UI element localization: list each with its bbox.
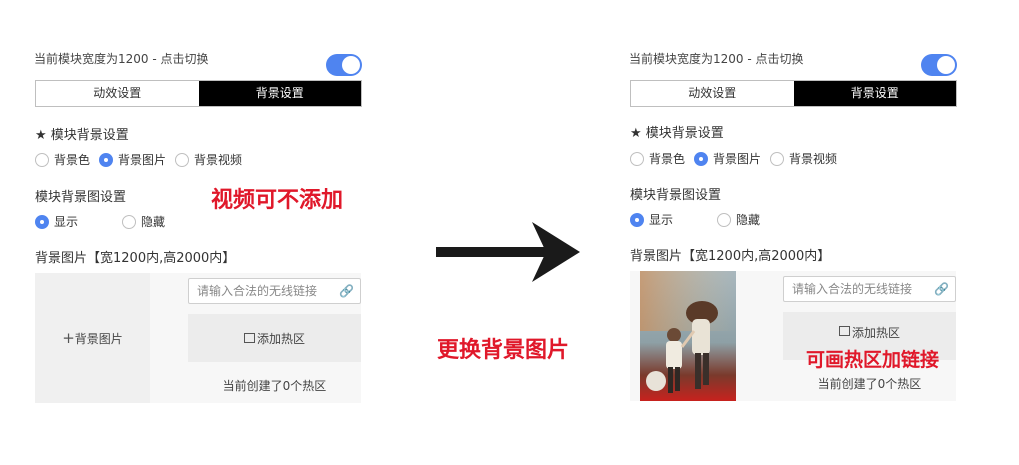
radio-label: 显示 [649, 213, 674, 227]
radio-dot [175, 152, 190, 167]
bg-image-area: + 背景图片 请输入合法的无线链接 🔗 添加热区 当前创建了0个热区 [35, 273, 361, 403]
radio-dot-selected [630, 212, 644, 227]
tab-background[interactable]: 背景设置 [793, 81, 956, 106]
radio-hide[interactable]: 隐藏 [717, 211, 760, 228]
link-placeholder: 请输入合法的无线链接 [792, 282, 913, 296]
image-size-label: 背景图片【宽1200内,高2000内】 [630, 249, 831, 264]
radio-show[interactable]: 显示 [630, 211, 673, 228]
width-toggle[interactable] [326, 54, 362, 76]
upload-image-slot[interactable]: + 背景图片 [35, 273, 150, 403]
video-note: 视频可不添加 [211, 188, 344, 213]
radio-dot [717, 212, 732, 227]
tab-animation[interactable]: 动效设置 [631, 81, 794, 106]
tab-background[interactable]: 背景设置 [198, 81, 361, 106]
radio-dot-selected [694, 151, 709, 166]
add-hotspot-label: 添加热区 [256, 331, 305, 346]
arrow-right-icon [436, 222, 580, 282]
module-width-row: 当前模块宽度为1200 - 点击切换 [629, 48, 959, 76]
bg-type-radio-group: 背景色 背景图片 背景视频 [35, 151, 251, 168]
radio-dot [35, 152, 49, 167]
radio-dot-selected [99, 152, 114, 167]
visibility-radio-group: 显示 隐藏 [630, 211, 769, 228]
toggle-knob [342, 56, 360, 74]
radio-label: 背景视频 [194, 153, 243, 167]
add-hotspot-label: 添加热区 [851, 326, 900, 340]
hotspot-note: 可画热区加链接 [806, 349, 940, 371]
hotspot-count: 当前创建了0个热区 [817, 377, 922, 391]
width-toggle[interactable] [921, 54, 957, 76]
img-section-title: 模块背景图设置 [35, 190, 127, 205]
bg-section-title: ★ 模块背景设置 [630, 126, 724, 141]
background-photo-thumbnail[interactable] [640, 271, 736, 401]
radio-label: 背景图片 [713, 152, 762, 166]
photo-image [640, 271, 736, 401]
settings-tabs: 动效设置 背景设置 [35, 80, 362, 107]
radio-bg-image[interactable]: 背景图片 [99, 151, 166, 168]
radio-show[interactable]: 显示 [35, 213, 78, 230]
radio-label: 隐藏 [736, 213, 761, 227]
upload-label: 背景图片 [74, 331, 123, 346]
module-width-label: 当前模块宽度为1200 - 点击切换 [629, 52, 804, 66]
img-section-title: 模块背景图设置 [630, 188, 722, 203]
radio-hide[interactable]: 隐藏 [122, 213, 165, 230]
replace-note: 更换背景图片 [437, 338, 570, 363]
module-width-label: 当前模块宽度为1200 - 点击切换 [34, 52, 209, 66]
radio-dot [122, 214, 137, 229]
settings-tabs: 动效设置 背景设置 [630, 80, 957, 107]
radio-label: 显示 [54, 215, 79, 229]
link-icon: 🔗 [934, 282, 949, 296]
tab-animation[interactable]: 动效设置 [36, 81, 199, 106]
radio-label: 背景视频 [789, 152, 838, 166]
add-hotspot-button[interactable]: 添加热区 [188, 314, 361, 362]
radio-dot-selected [35, 214, 49, 229]
bg-type-radio-group: 背景色 背景图片 背景视频 [630, 150, 846, 167]
radio-dot [770, 151, 785, 166]
module-width-row: 当前模块宽度为1200 - 点击切换 [34, 48, 364, 76]
link-icon: 🔗 [339, 284, 354, 298]
edit-icon [838, 326, 850, 336]
radio-bg-video[interactable]: 背景视频 [770, 150, 837, 167]
radio-bg-color[interactable]: 背景色 [35, 151, 90, 168]
link-placeholder: 请输入合法的无线链接 [197, 284, 318, 298]
radio-bg-video[interactable]: 背景视频 [175, 151, 242, 168]
edit-icon [243, 333, 255, 343]
radio-dot [630, 151, 644, 166]
link-input[interactable]: 请输入合法的无线链接 🔗 [188, 278, 361, 304]
bg-section-title: ★ 模块背景设置 [35, 128, 129, 143]
radio-bg-image[interactable]: 背景图片 [694, 150, 761, 167]
link-input[interactable]: 请输入合法的无线链接 🔗 [783, 276, 956, 302]
bg-image-area: 请输入合法的无线链接 🔗 添加热区 当前创建了0个热区 [630, 271, 956, 401]
visibility-radio-group: 显示 隐藏 [35, 213, 174, 230]
radio-label: 背景色 [649, 152, 686, 166]
toggle-knob [937, 56, 955, 74]
radio-label: 隐藏 [141, 215, 166, 229]
settings-panel-before: 当前模块宽度为1200 - 点击切换 动效设置 背景设置 ★ 模块背景设置 背景… [34, 40, 364, 405]
image-size-label: 背景图片【宽1200内,高2000内】 [35, 251, 236, 266]
radio-label: 背景图片 [118, 153, 167, 167]
radio-bg-color[interactable]: 背景色 [630, 150, 685, 167]
radio-label: 背景色 [54, 153, 91, 167]
plus-icon: + [62, 329, 75, 347]
hotspot-count: 当前创建了0个热区 [222, 379, 327, 393]
